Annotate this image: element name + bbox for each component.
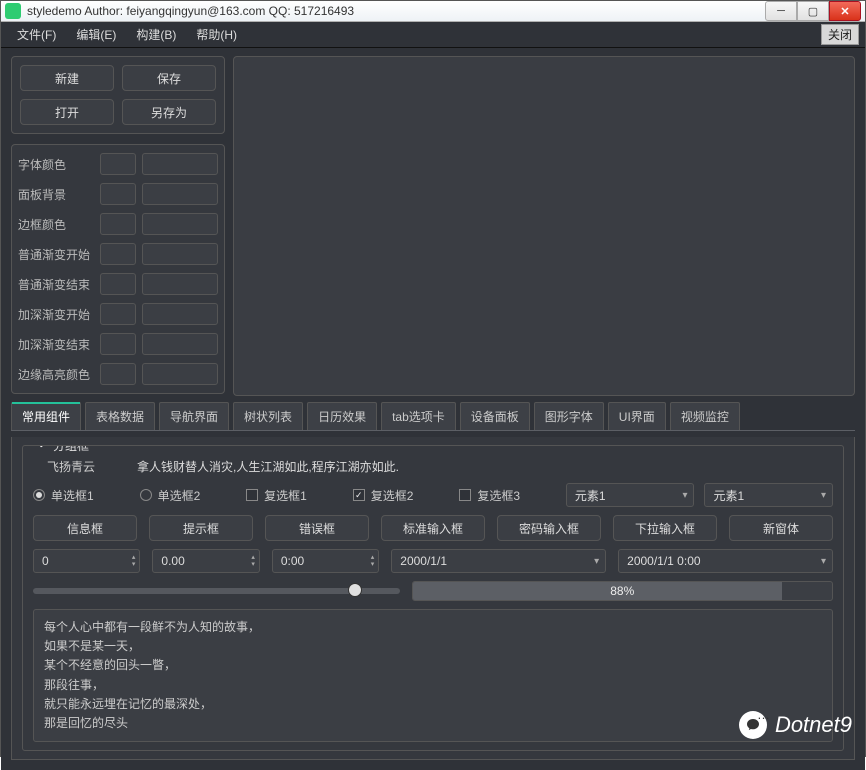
preview-area xyxy=(233,56,855,396)
tab-device[interactable]: 设备面板 xyxy=(460,402,530,430)
tab-tree[interactable]: 树状列表 xyxy=(233,402,303,430)
panel-bg-swatch[interactable] xyxy=(100,183,136,205)
radio-1[interactable]: 单选框1 xyxy=(33,487,130,504)
normal-grad-start-swatch[interactable] xyxy=(100,243,136,265)
window-title: styledemo Author: feiyangqingyun@163.com… xyxy=(27,4,765,18)
info-button[interactable]: 信息框 xyxy=(33,515,137,541)
group-title[interactable]: ✔ 分组框 xyxy=(33,445,93,454)
newwin-button[interactable]: 新窗体 xyxy=(729,515,833,541)
panel-bg-input[interactable] xyxy=(142,183,218,205)
titlebar: styledemo Author: feiyangqingyun@163.com… xyxy=(1,1,865,22)
progress-bar: 88% xyxy=(412,581,833,601)
normal-grad-start-input[interactable] xyxy=(142,243,218,265)
open-button[interactable]: 打开 xyxy=(20,99,114,125)
radio-2[interactable]: 单选框2 xyxy=(140,487,237,504)
menu-help[interactable]: 帮助(H) xyxy=(186,22,247,47)
checkbox-icon xyxy=(246,489,258,501)
pwdin-button[interactable]: 密码输入框 xyxy=(497,515,601,541)
checkbox-icon xyxy=(353,489,365,501)
deep-grad-end-label: 加深渐变结束 xyxy=(18,336,94,353)
new-button[interactable]: 新建 xyxy=(20,65,114,91)
border-color-swatch[interactable] xyxy=(100,213,136,235)
file-toolbar: 新建 保存 打开 另存为 xyxy=(11,56,225,134)
tab-calendar[interactable]: 日历效果 xyxy=(307,402,377,430)
saveas-button[interactable]: 另存为 xyxy=(122,99,216,125)
deep-grad-end-swatch[interactable] xyxy=(100,333,136,355)
slider[interactable] xyxy=(33,588,400,594)
tab-nav[interactable]: 导航界面 xyxy=(159,402,229,430)
border-color-label: 边框颜色 xyxy=(18,216,94,233)
maximize-button[interactable]: ▢ xyxy=(797,1,829,21)
minimize-button[interactable]: ─ xyxy=(765,1,797,21)
normal-grad-end-input[interactable] xyxy=(142,273,218,295)
deep-grad-end-input[interactable] xyxy=(142,333,218,355)
save-button[interactable]: 保存 xyxy=(122,65,216,91)
checkbox-3[interactable]: 复选框3 xyxy=(459,487,556,504)
datetime-input[interactable]: 2000/1/1 0:00 xyxy=(618,549,833,573)
tip-button[interactable]: 提示框 xyxy=(149,515,253,541)
edge-highlight-swatch[interactable] xyxy=(100,363,136,385)
slogan-text: 拿人钱财替人消灾,人生江湖如此,程序江湖亦如此. xyxy=(137,458,399,475)
slider-thumb[interactable] xyxy=(348,583,362,597)
panel-bg-label: 面板背景 xyxy=(18,186,94,203)
deep-grad-start-input[interactable] xyxy=(142,303,218,325)
normal-grad-end-label: 普通渐变结束 xyxy=(18,276,94,293)
normal-grad-start-label: 普通渐变开始 xyxy=(18,246,94,263)
group-box: ✔ 分组框 飞扬青云 拿人钱财替人消灾,人生江湖如此,程序江湖亦如此. 单选框1… xyxy=(22,445,844,751)
int-spinner[interactable]: 0 xyxy=(33,549,140,573)
font-color-swatch[interactable] xyxy=(100,153,136,175)
menu-build[interactable]: 构建(B) xyxy=(126,22,186,47)
color-config-panel: 字体颜色 面板背景 边框颜色 普通渐变开始 普通渐变结束 加深渐变开始 加深渐变… xyxy=(11,144,225,394)
dropin-button[interactable]: 下拉输入框 xyxy=(613,515,717,541)
combo-1[interactable]: 元素1 xyxy=(566,483,695,507)
group-checkbox-icon: ✔ xyxy=(37,445,49,452)
time-spinner[interactable]: 0:00 xyxy=(272,549,379,573)
font-color-label: 字体颜色 xyxy=(18,156,94,173)
radio-icon xyxy=(140,489,152,501)
checkbox-icon xyxy=(459,489,471,501)
edge-highlight-input[interactable] xyxy=(142,363,218,385)
combo-2[interactable]: 元素1 xyxy=(704,483,833,507)
tab-video[interactable]: 视频监控 xyxy=(670,402,740,430)
tab-iconfont[interactable]: 图形字体 xyxy=(534,402,604,430)
close-button[interactable]: 关闭 xyxy=(821,24,859,45)
font-color-input[interactable] xyxy=(142,153,218,175)
float-spinner[interactable]: 0.00 xyxy=(152,549,259,573)
checkbox-1[interactable]: 复选框1 xyxy=(246,487,343,504)
menu-bar: 文件(F) 编辑(E) 构建(B) 帮助(H) 关闭 xyxy=(1,22,865,48)
author-label: 飞扬青云 xyxy=(33,458,109,475)
tab-common[interactable]: 常用组件 xyxy=(11,402,81,430)
date-input[interactable]: 2000/1/1 xyxy=(391,549,606,573)
menu-edit[interactable]: 编辑(E) xyxy=(66,22,126,47)
deep-grad-start-swatch[interactable] xyxy=(100,303,136,325)
normal-grad-end-swatch[interactable] xyxy=(100,273,136,295)
window-close-button[interactable]: ✕ xyxy=(829,1,861,21)
app-icon xyxy=(5,3,21,19)
tab-bar: 常用组件 表格数据 导航界面 树状列表 日历效果 tab选项卡 设备面板 图形字… xyxy=(11,402,855,431)
tab-ui[interactable]: UI界面 xyxy=(608,402,666,430)
tab-tab[interactable]: tab选项卡 xyxy=(381,402,456,430)
tab-table[interactable]: 表格数据 xyxy=(85,402,155,430)
menu-file[interactable]: 文件(F) xyxy=(7,22,66,47)
checkbox-2[interactable]: 复选框2 xyxy=(353,487,450,504)
stdin-button[interactable]: 标准输入框 xyxy=(381,515,485,541)
error-button[interactable]: 错误框 xyxy=(265,515,369,541)
border-color-input[interactable] xyxy=(142,213,218,235)
text-area[interactable]: 每个人心中都有一段鲜不为人知的故事， 如果不是某一天， 某个不经意的回头一瞥， … xyxy=(33,609,833,742)
edge-highlight-label: 边缘高亮颜色 xyxy=(18,366,94,383)
radio-icon xyxy=(33,489,45,501)
deep-grad-start-label: 加深渐变开始 xyxy=(18,306,94,323)
progress-label: 88% xyxy=(610,584,634,598)
group-title-label: 分组框 xyxy=(53,445,89,454)
